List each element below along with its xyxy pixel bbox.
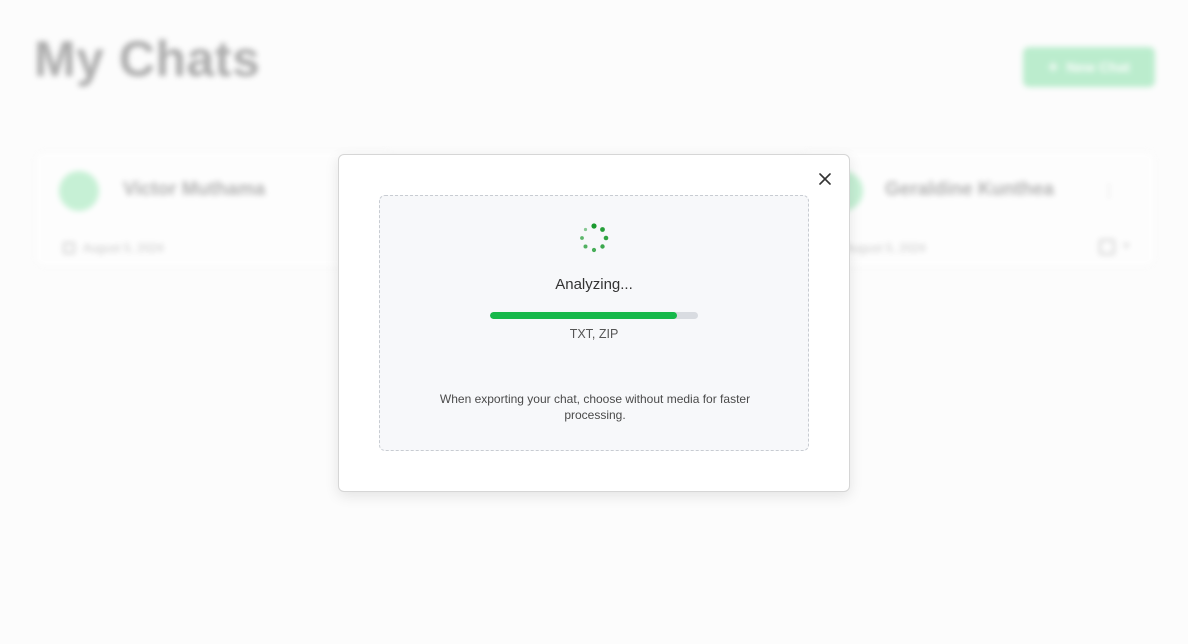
calendar-icon [63, 242, 75, 254]
close-button[interactable] [815, 169, 835, 189]
chat-card[interactable]: Geraldine Kunthea ⋮ August 5, 2024 ▾ [800, 150, 1156, 268]
chat-name: Victor Muthama [123, 179, 266, 200]
status-text: Analyzing... [555, 276, 633, 293]
more-icon[interactable]: ⋮ [1101, 181, 1117, 201]
chevron-down-icon[interactable]: ▾ [1123, 239, 1129, 252]
new-chat-button[interactable]: + New Chat [1023, 47, 1155, 87]
chat-date-text: August 5, 2024 [83, 241, 164, 255]
chat-date-text: August 5, 2024 [845, 241, 926, 255]
close-icon [819, 173, 831, 185]
chat-name: Geraldine Kunthea [885, 179, 1054, 200]
chat-date: August 5, 2024 [845, 241, 926, 255]
upload-modal: Analyzing... TXT, ZIP When exporting you… [338, 154, 850, 492]
avatar [59, 171, 99, 211]
spinner-icon [580, 223, 609, 253]
progress-fill [490, 312, 678, 319]
export-hint: When exporting your chat, choose without… [439, 392, 751, 422]
supported-formats: TXT, ZIP [569, 327, 619, 341]
export-icon[interactable] [1099, 239, 1115, 255]
progress-bar [490, 312, 698, 319]
chat-date: August 5, 2024 [63, 241, 164, 255]
plus-icon: + [1047, 57, 1059, 77]
page-title: My Chats [34, 31, 261, 87]
new-chat-label: New Chat [1066, 59, 1131, 75]
upload-dropzone[interactable]: Analyzing... TXT, ZIP When exporting you… [379, 195, 809, 451]
